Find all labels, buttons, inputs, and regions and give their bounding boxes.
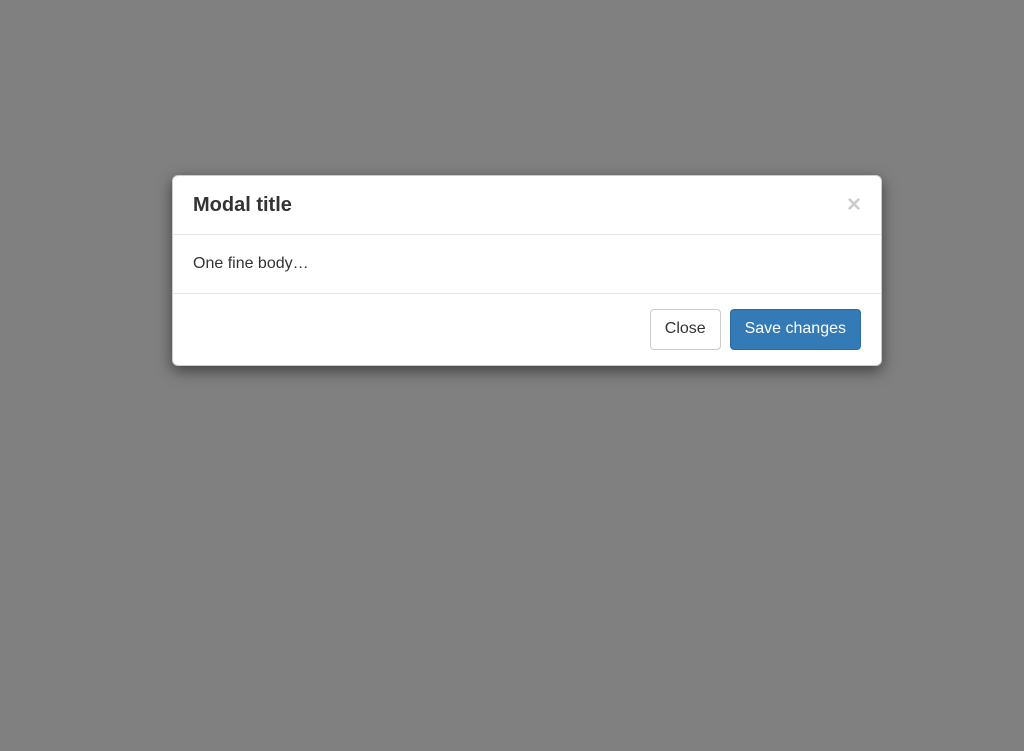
modal-body-text: One fine body… <box>193 255 861 273</box>
modal-footer: Close Save changes <box>173 294 881 365</box>
close-icon[interactable]: × <box>847 193 861 217</box>
modal-body: One fine body… <box>173 235 881 294</box>
modal-title: Modal title <box>193 191 292 219</box>
save-button[interactable]: Save changes <box>730 309 861 350</box>
close-button[interactable]: Close <box>650 309 721 350</box>
modal-dialog: Modal title × One fine body… Close Save … <box>172 175 882 366</box>
modal-header: Modal title × <box>173 176 881 235</box>
modal-content: Modal title × One fine body… Close Save … <box>172 175 882 366</box>
